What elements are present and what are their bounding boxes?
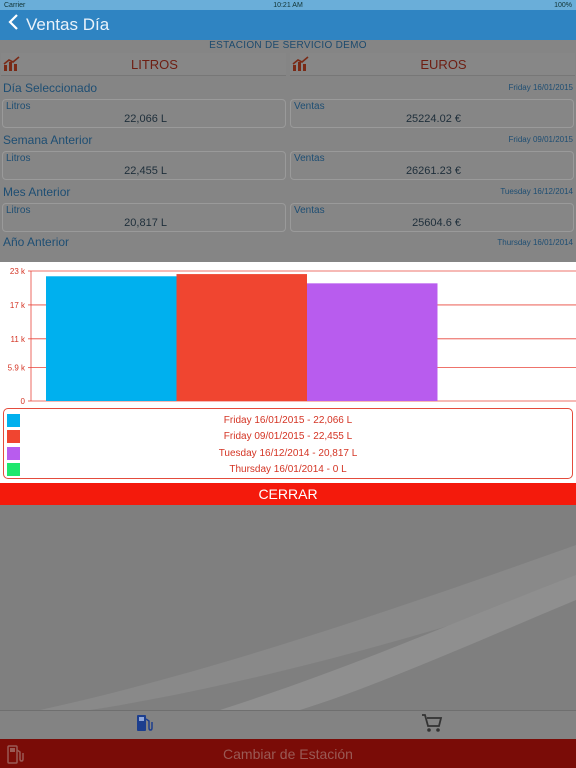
tab-label: LITROS	[131, 56, 178, 72]
bar	[307, 283, 438, 401]
chart-modal: 0 5.9 k 11 k 17 k 23 k Friday 16/01/2015 - 2…	[0, 262, 576, 505]
section-values: Litros 20,817 L Ventas 25604.6 €	[0, 203, 576, 232]
legend-item: Tuesday 16/12/2014 - 20,817 L	[4, 445, 572, 462]
tab-fuel[interactable]	[0, 711, 288, 739]
ventas-value: 25604.6 €	[412, 217, 461, 229]
close-button[interactable]: CERRAR	[0, 483, 576, 505]
section-header: Día Seleccionado Friday 16/01/2015	[0, 76, 576, 99]
legend-text: Thursday 16/01/2014 - 0 L	[229, 464, 347, 476]
section-values: Litros 22,455 L Ventas 26261.23 €	[0, 151, 576, 180]
section-name: Año Anterior	[3, 235, 70, 249]
bar	[46, 276, 177, 401]
y-tick-label: 11 k	[10, 335, 26, 344]
ventas-value: 26261.23 €	[405, 165, 461, 177]
ventas-label: Ventas	[294, 205, 325, 216]
litros-value: 20,817 L	[124, 217, 167, 229]
litros-box: Litros 22,455 L	[2, 151, 286, 180]
ventas-label: Ventas	[294, 101, 325, 112]
section-values: Litros 22,066 L Ventas 25224.02 €	[0, 99, 576, 128]
litros-box: Litros 20,817 L	[2, 203, 286, 232]
legend-item: Friday 09/01/2015 - 22,455 L	[4, 429, 572, 446]
tab-label: EUROS	[420, 56, 467, 72]
bar-chart: 0 5.9 k 11 k 17 k 23 k	[8, 267, 576, 406]
page-title: Ventas Día	[26, 15, 110, 34]
status-bar: Carrier 10:21 AM 100%	[0, 0, 576, 10]
chevron-left-icon[interactable]	[0, 13, 26, 37]
nav-bar: Ventas Día	[0, 10, 576, 40]
section-name: Día Seleccionado	[3, 80, 98, 95]
tab-bar	[0, 710, 576, 739]
section-date: Friday 16/01/2015	[508, 83, 574, 92]
litros-label: Litros	[6, 205, 31, 216]
fuel-pump-icon	[135, 713, 153, 738]
ventas-box: Ventas 25224.02 €	[290, 99, 574, 128]
litros-value: 22,455 L	[124, 165, 167, 177]
background-swoosh	[40, 545, 576, 710]
change-station-label: Cambiar de Estación	[223, 745, 353, 762]
ventas-label: Ventas	[294, 153, 325, 164]
section-name: Semana Anterior	[3, 132, 93, 147]
litros-label: Litros	[6, 153, 31, 164]
tab-litros[interactable]: LITROS	[1, 53, 286, 76]
tab-euros[interactable]: EUROS	[290, 53, 575, 76]
chart-up-icon	[1, 54, 23, 74]
fuel-station-icon	[0, 739, 30, 768]
bar	[176, 274, 307, 401]
legend-item: Thursday 16/01/2014 - 0 L	[4, 462, 572, 479]
ventas-box: Ventas 26261.23 €	[290, 151, 574, 180]
ventas-value: 25224.02 €	[405, 113, 461, 125]
y-tick-label: 23 k	[10, 267, 26, 276]
y-tick-label: 5.9 k	[8, 364, 26, 373]
shopping-cart-icon	[421, 713, 443, 738]
section-header: Semana Anterior Friday 09/01/2015	[0, 128, 576, 151]
section-date: Friday 09/01/2015	[508, 135, 574, 144]
section-header: Mes Anterior Tuesday 16/12/2014	[0, 180, 576, 203]
tab-shop[interactable]	[288, 711, 576, 739]
station-name: ESTACION DE SERVICIO DEMO	[209, 40, 367, 51]
section-date: Tuesday 16/12/2014	[500, 187, 573, 196]
chart-up-icon	[290, 54, 312, 74]
chart-legend: Friday 16/01/2015 - 22,066 L Friday 09/0…	[3, 408, 573, 479]
sales-summary: ESTACION DE SERVICIO DEMO LITROS EUROS D…	[0, 40, 576, 262]
unit-tabs: LITROS EUROS	[0, 53, 576, 76]
legend-text: Friday 09/01/2015 - 22,455 L	[223, 431, 353, 443]
ventas-box: Ventas 25604.6 €	[290, 203, 574, 232]
litros-label: Litros	[6, 101, 31, 112]
legend-text: Tuesday 16/12/2014 - 20,817 L	[218, 447, 358, 459]
y-tick-label: 17 k	[10, 301, 26, 310]
change-station-bar[interactable]: Cambiar de Estación	[0, 739, 576, 768]
litros-box: Litros 22,066 L	[2, 99, 286, 128]
legend-text: Friday 16/01/2015 - 22,066 L	[223, 414, 353, 426]
section-date: Thursday 16/01/2014	[497, 237, 573, 247]
section-header: Año Anterior Thursday 16/01/2014	[0, 232, 576, 252]
status-time: 10:21 AM	[273, 1, 303, 9]
y-tick-label: 0	[21, 397, 26, 406]
legend-item: Friday 16/01/2015 - 22,066 L	[4, 412, 572, 429]
background-area	[0, 505, 576, 710]
litros-value: 22,066 L	[124, 113, 167, 125]
section-name: Mes Anterior	[3, 184, 71, 199]
